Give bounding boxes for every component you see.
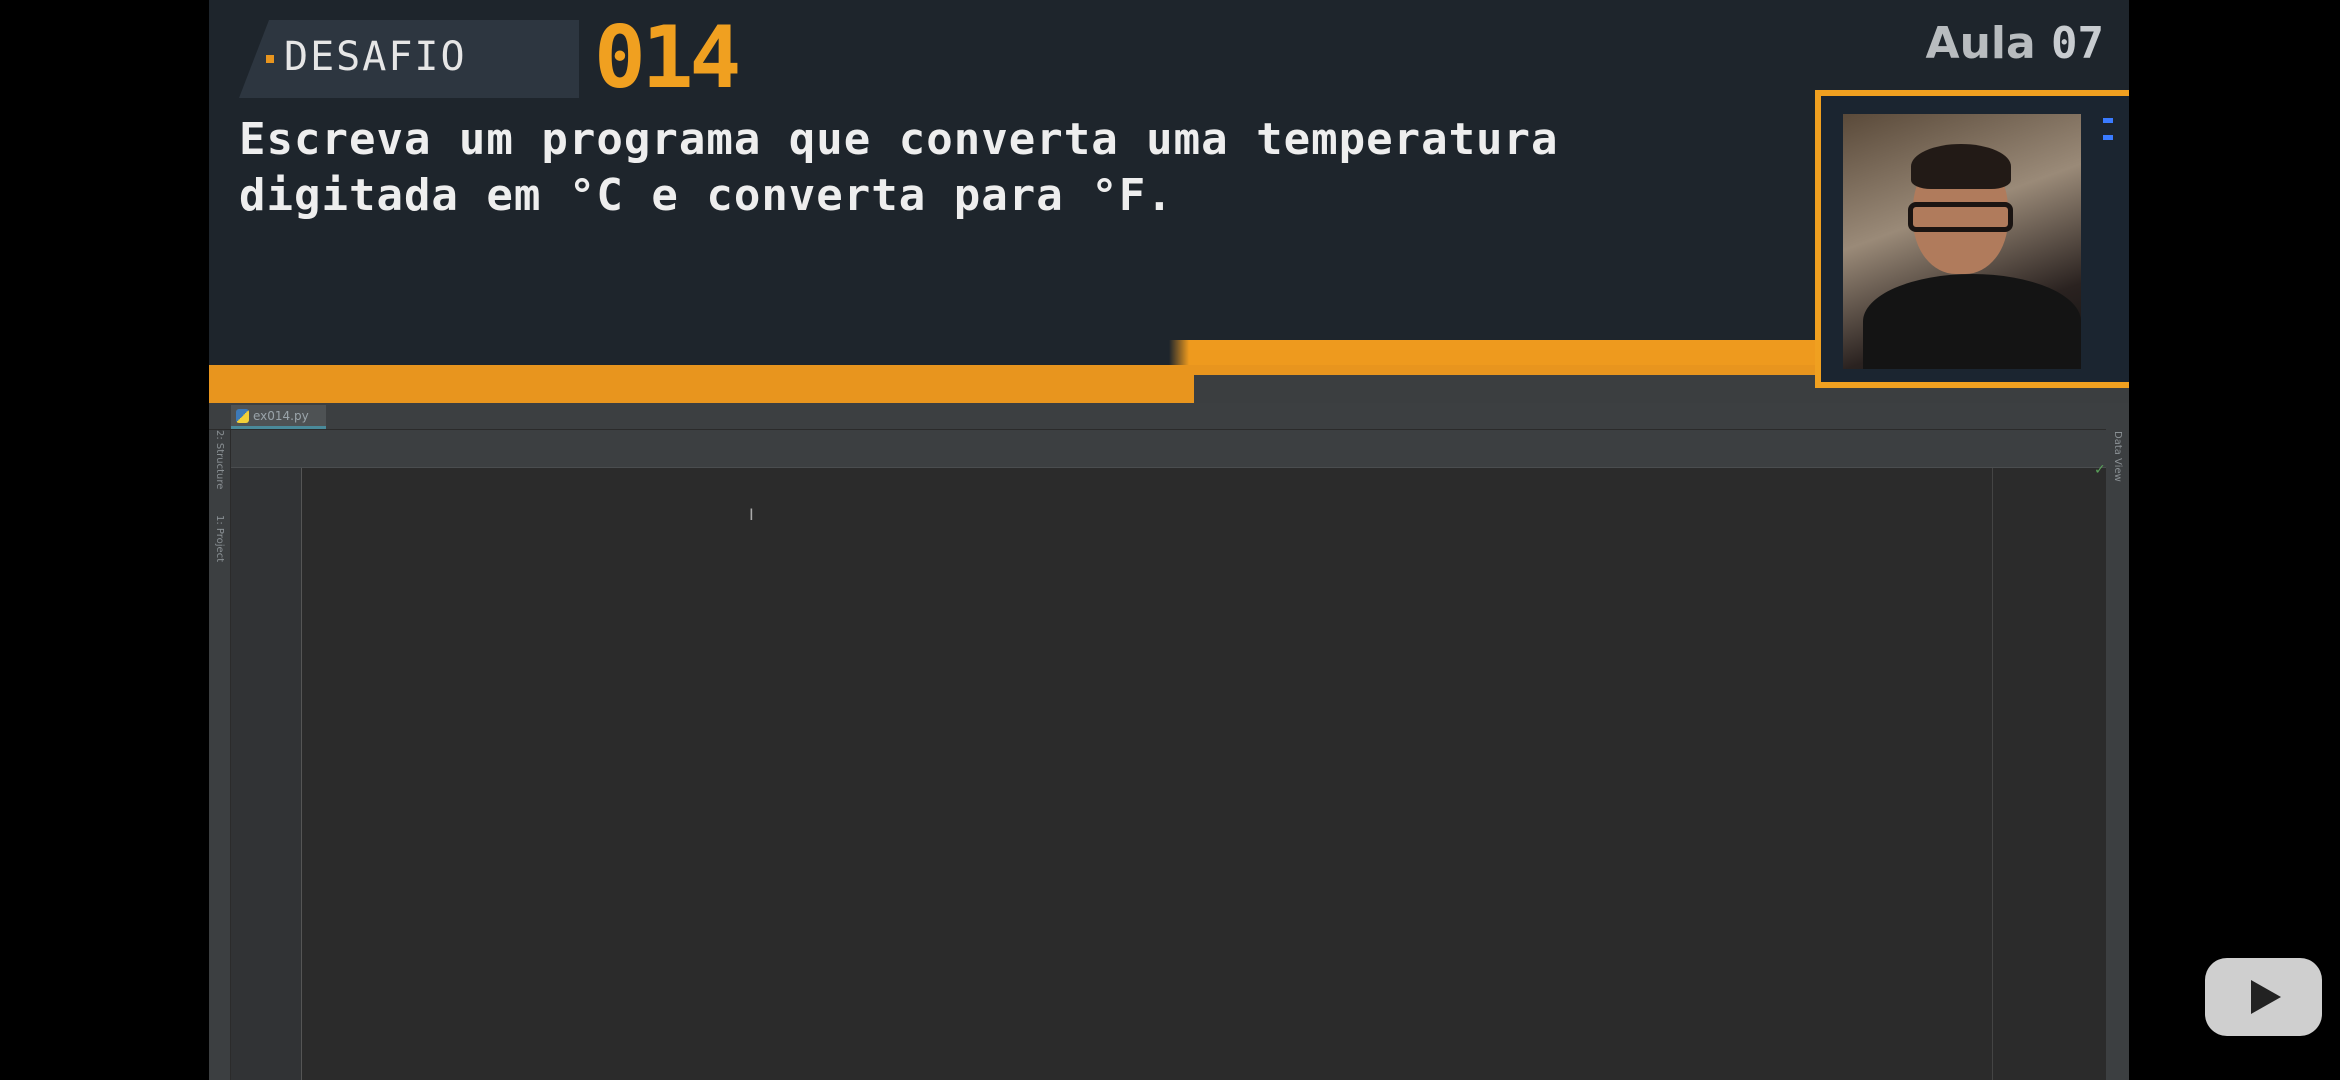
video-frame[interactable]: DESAFIO 014 Escreva um programa que conv… [209, 0, 2129, 1080]
tab-label: ex014.py [253, 409, 309, 423]
lesson-text: Aula [1925, 18, 2036, 69]
lesson-number: 07 [2051, 18, 2104, 69]
presenter-image [1843, 114, 2081, 369]
description-line: Escreva um programa que converta uma tem… [239, 114, 1559, 165]
lesson-label: Aula 07 [1926, 18, 2104, 69]
editor-tab-bar: ex014.py [209, 403, 2129, 430]
indicator-icon [2103, 118, 2113, 140]
webcam-overlay [1815, 90, 2129, 388]
text-cursor-icon: I [749, 505, 754, 524]
badge-label: DESAFIO [284, 34, 467, 80]
right-margin-guide [1992, 468, 1993, 1080]
tab-ex014[interactable]: ex014.py [231, 405, 326, 429]
line-gutter [231, 468, 302, 1080]
left-tool-strip: 2: Structure 1: Project [209, 430, 231, 1080]
code-editor[interactable] [302, 468, 2106, 1080]
bullet-icon [266, 55, 274, 63]
right-tool-strip: Data View [2106, 403, 2129, 1080]
youtube-play-button[interactable] [2205, 958, 2322, 1036]
presenter-hair [1911, 144, 2011, 189]
challenge-number: 014 [594, 8, 741, 108]
presenter-glasses [1908, 202, 2013, 232]
inspection-ok-icon: ✓ [2094, 462, 2106, 478]
description-line: digitada em °C e converta para °F. [239, 170, 1174, 221]
presenter-body [1863, 274, 2081, 369]
editor-breadcrumb-bar [231, 430, 2106, 468]
structure-tool-button[interactable]: 2: Structure [214, 430, 225, 489]
python-file-icon [236, 409, 249, 423]
project-tool-button[interactable]: 1: Project [214, 515, 225, 562]
challenge-description: Escreva um programa que converta uma tem… [239, 112, 1559, 224]
data-view-tool-button[interactable]: Data View [2112, 431, 2123, 482]
